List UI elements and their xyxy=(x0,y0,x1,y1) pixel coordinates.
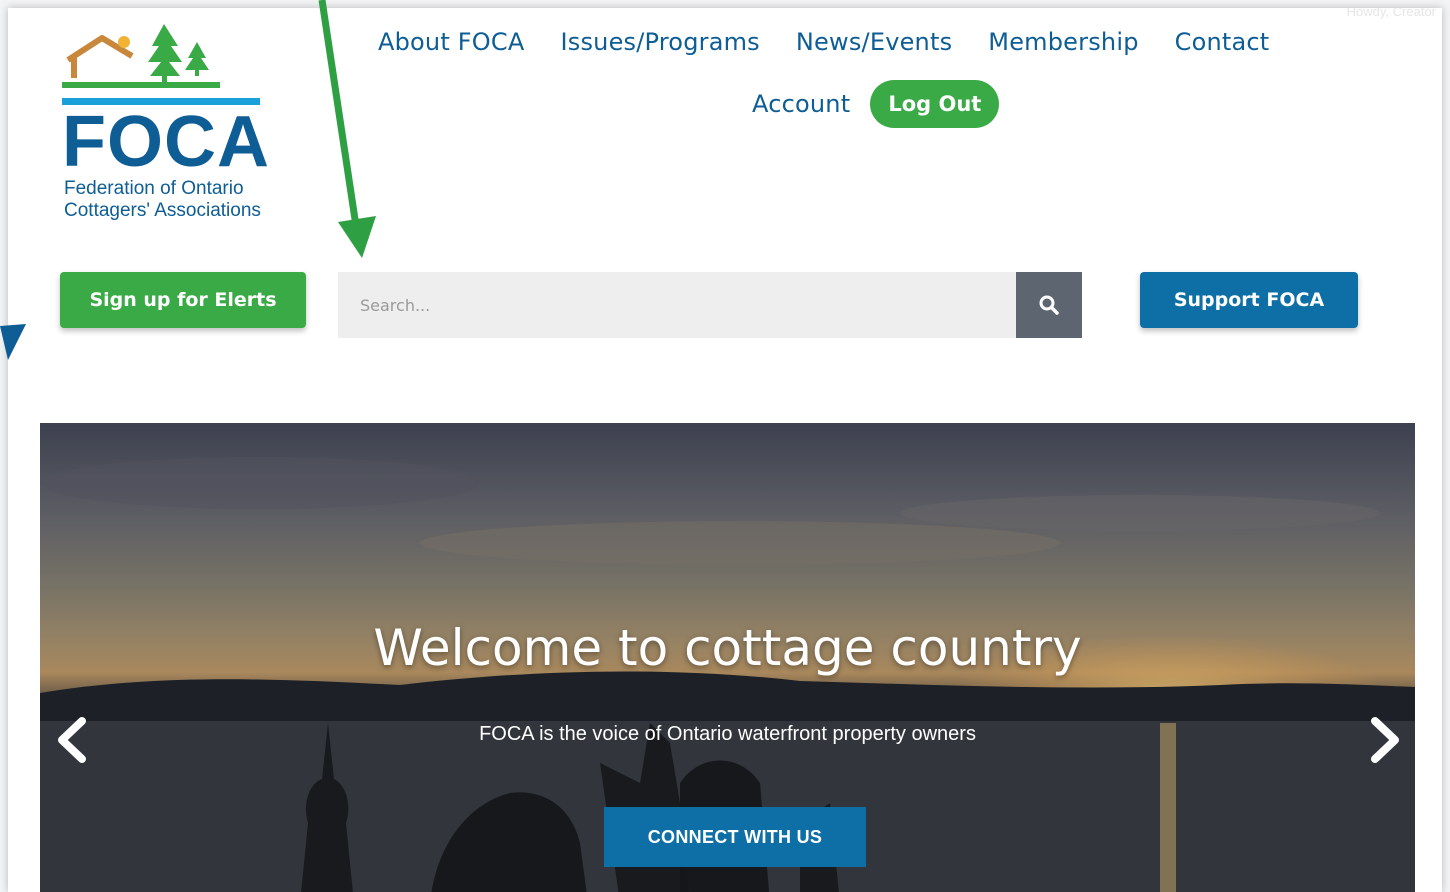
hero-title: Welcome to cottage country xyxy=(373,619,1082,677)
slider-next-button[interactable] xyxy=(1365,715,1405,765)
main-nav: About FOCA Issues/Programs News/Events M… xyxy=(378,28,1269,56)
nav-issues-programs[interactable]: Issues/Programs xyxy=(560,28,759,56)
logo-tagline: Federation of Ontario Cottagers' Associa… xyxy=(64,178,261,222)
foca-logo[interactable]: FOCA Federation of Ontario Cottagers' As… xyxy=(62,20,302,222)
account-nav: Account Log Out xyxy=(752,80,1000,128)
elerts-signup-button[interactable]: Sign up for Elerts xyxy=(60,272,306,328)
search-button[interactable] xyxy=(1016,272,1082,338)
logout-button[interactable]: Log Out xyxy=(870,80,1000,128)
nav-contact[interactable]: Contact xyxy=(1175,28,1270,56)
nav-news-events[interactable]: News/Events xyxy=(796,28,952,56)
hero-subtitle: FOCA is the voice of Ontario waterfront … xyxy=(479,723,976,745)
logo-tagline-line1: Federation of Ontario xyxy=(64,178,244,199)
page: Howdy, Creator FOCA Federation of Ontari… xyxy=(8,8,1442,892)
logo-tagline-line2: Cottagers' Associations xyxy=(64,200,261,221)
nav-about-foca[interactable]: About FOCA xyxy=(378,28,524,56)
logo-emblem-icon xyxy=(62,24,260,105)
search-bar xyxy=(338,272,1082,338)
connect-with-us-button[interactable]: CONNECT WITH US xyxy=(604,807,866,867)
logo-wordmark: FOCA xyxy=(62,102,270,182)
slider-prev-button[interactable] xyxy=(52,715,92,765)
search-input[interactable] xyxy=(338,272,1016,338)
chevron-right-icon xyxy=(1371,717,1399,763)
support-foca-button[interactable]: Support FOCA xyxy=(1140,272,1358,328)
hero-slider: Welcome to cottage country FOCA is the v… xyxy=(40,423,1415,892)
admin-howdy-text[interactable]: Howdy, Creator xyxy=(1347,8,1436,19)
nav-membership[interactable]: Membership xyxy=(988,28,1138,56)
chevron-left-icon xyxy=(58,717,86,763)
nav-account[interactable]: Account xyxy=(752,90,850,118)
search-icon xyxy=(1039,295,1059,315)
